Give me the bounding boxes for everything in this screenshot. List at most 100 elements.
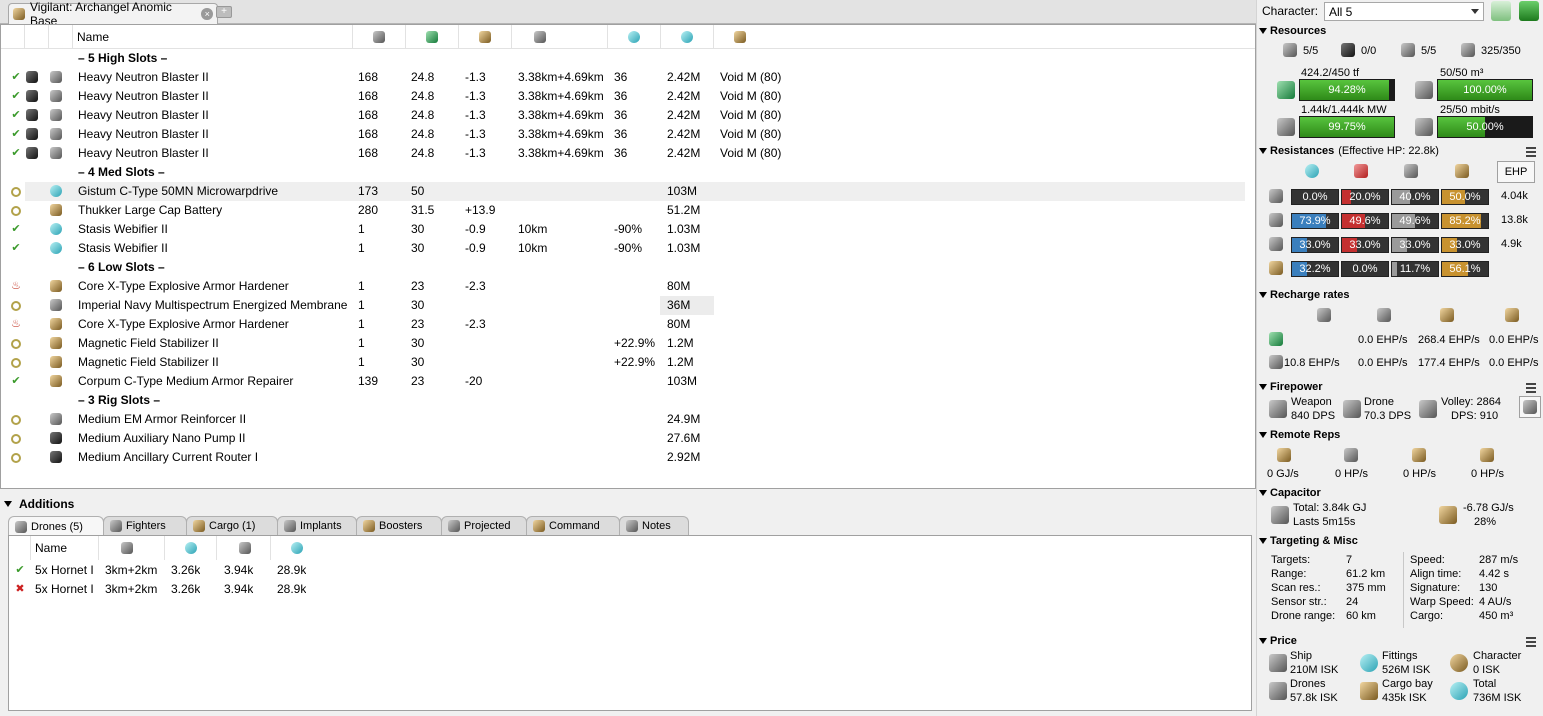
drone-name-column-header[interactable]: Name bbox=[31, 536, 99, 560]
drone-row[interactable]: ✔ 5x Hornet I 3km+2km 3.26k 3.94k 28.9k bbox=[9, 561, 329, 580]
module-row[interactable]: ✔ Heavy Neutron Blaster II 168 24.8 -1.3 3.38… bbox=[1, 68, 1255, 87]
state-active-icon[interactable]: ✔ bbox=[10, 90, 22, 103]
capacitor-icon bbox=[1271, 506, 1289, 524]
power-column-header[interactable] bbox=[406, 25, 459, 49]
module-icon bbox=[50, 413, 62, 425]
state-active-icon[interactable]: ✔ bbox=[10, 375, 22, 388]
state-offline-icon[interactable] bbox=[11, 453, 21, 463]
firepower-header[interactable]: Firepower bbox=[1259, 380, 1323, 394]
state-offline-icon[interactable] bbox=[11, 415, 21, 425]
tab-notes[interactable]: Notes bbox=[619, 516, 689, 535]
module-row[interactable]: Medium EM Armor Reinforcer II 24.9M bbox=[1, 410, 1255, 429]
drone-velocity-column-header[interactable] bbox=[217, 536, 271, 560]
state-active-icon[interactable]: ✔ bbox=[10, 147, 22, 160]
drone-dps: 70.3 DPS bbox=[1364, 410, 1412, 422]
additions-header[interactable]: Additions bbox=[0, 496, 74, 512]
name-column-header[interactable]: Name bbox=[73, 25, 353, 49]
module-row[interactable]: ♨ Core X-Type Explosive Armor Hardener 1 23… bbox=[1, 277, 1255, 296]
drone-inactive-icon[interactable]: ✖ bbox=[14, 583, 26, 596]
module-row[interactable]: ✔ Heavy Neutron Blaster II 168 24.8 -1.3 3.38… bbox=[1, 144, 1255, 163]
module-c6: 2.42M bbox=[667, 89, 701, 103]
module-row[interactable]: ✔ Heavy Neutron Blaster II 168 24.8 -1.3 3.38… bbox=[1, 87, 1255, 106]
state-active-icon[interactable]: ✔ bbox=[10, 109, 22, 122]
tab-boosters[interactable]: Boosters bbox=[356, 516, 442, 535]
module-row[interactable]: Magnetic Field Stabilizer II 1 30 +22.9% 1.2… bbox=[1, 334, 1255, 353]
collapse-triangle-icon bbox=[1259, 638, 1267, 644]
module-c2: 24.8 bbox=[411, 127, 435, 141]
state-active-icon[interactable]: ✔ bbox=[10, 71, 22, 84]
module-row[interactable]: Medium Ancillary Current Router I 2.92M bbox=[1, 448, 1255, 467]
cpu-column-header[interactable] bbox=[353, 25, 406, 49]
price-fittings-value: 526M ISK bbox=[1382, 664, 1431, 676]
tab-cargo[interactable]: Cargo (1) bbox=[186, 516, 278, 535]
rack-med-slots: – 4 Med Slots – bbox=[78, 165, 165, 179]
icon-column-header[interactable] bbox=[49, 25, 73, 49]
misc-column-header[interactable] bbox=[608, 25, 661, 49]
state-active-icon[interactable]: ✔ bbox=[10, 223, 22, 236]
remote-reps-header[interactable]: Remote Reps bbox=[1259, 428, 1340, 442]
drone-speed-column-header[interactable] bbox=[165, 536, 217, 560]
module-row[interactable]: ✔ Heavy Neutron Blaster II 168 24.8 -1.3 3.38… bbox=[1, 125, 1255, 144]
module-row[interactable]: ♨ Core X-Type Explosive Armor Hardener 1 23… bbox=[1, 315, 1255, 334]
state-offline-icon[interactable] bbox=[11, 187, 21, 197]
capacitor-header[interactable]: Capacitor bbox=[1259, 486, 1321, 500]
module-row[interactable]: ✔ Stasis Webifier II 1 30 -0.9 10km -90% 1.03M bbox=[1, 239, 1255, 258]
drone-state-column-header[interactable] bbox=[9, 536, 31, 560]
tab-fighters[interactable]: Fighters bbox=[103, 516, 187, 535]
state-offline-icon[interactable] bbox=[11, 301, 21, 311]
module-c3: -20 bbox=[465, 374, 483, 388]
drone-price-column-header[interactable] bbox=[271, 536, 329, 560]
state-overheat-icon[interactable]: ♨ bbox=[10, 280, 22, 293]
menu-icon[interactable] bbox=[1526, 147, 1536, 157]
ammo-column-header[interactable] bbox=[714, 25, 774, 49]
slot-column-header[interactable] bbox=[25, 25, 49, 49]
module-row[interactable]: ✔ Stasis Webifier II 1 30 -0.9 10km -90% 1.03M bbox=[1, 220, 1255, 239]
targeting-header[interactable]: Targeting & Misc bbox=[1259, 534, 1358, 548]
drone-active-icon[interactable]: ✔ bbox=[14, 564, 26, 577]
ship-icon bbox=[13, 8, 25, 20]
collapse-triangle-icon bbox=[1259, 148, 1267, 154]
firepower-options-button[interactable] bbox=[1519, 396, 1541, 418]
module-row[interactable]: Imperial Navy Multispectrum Energized Me… bbox=[1, 296, 1255, 315]
cap-column-header[interactable] bbox=[459, 25, 512, 49]
drone-range-column-header[interactable] bbox=[99, 536, 165, 560]
price-cargo-label: Cargo bay bbox=[1382, 678, 1433, 690]
module-c4: 10km bbox=[518, 241, 548, 255]
total-dps: DPS: 910 bbox=[1451, 410, 1499, 422]
tab-drones[interactable]: Drones (5) bbox=[8, 516, 104, 536]
ehp-toggle-button[interactable]: EHP bbox=[1497, 161, 1535, 183]
range-column-header[interactable] bbox=[512, 25, 608, 49]
new-tab-button[interactable]: + bbox=[216, 6, 232, 18]
recharge-header[interactable]: Recharge rates bbox=[1259, 288, 1350, 302]
resources-header[interactable]: Resources bbox=[1259, 24, 1326, 38]
state-offline-icon[interactable] bbox=[11, 206, 21, 216]
menu-icon[interactable] bbox=[1526, 383, 1536, 393]
state-offline-icon[interactable] bbox=[11, 339, 21, 349]
module-c3: -2.3 bbox=[465, 317, 486, 331]
active-hull-rate: 177.4 EHP/s bbox=[1418, 357, 1480, 369]
state-active-icon[interactable]: ✔ bbox=[10, 128, 22, 141]
tab-projected[interactable]: Projected bbox=[441, 516, 527, 535]
state-active-icon[interactable]: ✔ bbox=[10, 242, 22, 255]
drone-active-count: 5/5 bbox=[1421, 45, 1437, 57]
state-overheat-icon[interactable]: ♨ bbox=[10, 318, 22, 331]
resistances-header[interactable]: Resistances (Effective HP: 22.8k) bbox=[1259, 144, 1439, 158]
module-row[interactable]: ✔ Corpum C-Type Medium Armor Repairer 139 2… bbox=[1, 372, 1255, 391]
drone-row[interactable]: ✖ 5x Hornet I 3km+2km 3.26k 3.94k 28.9k bbox=[9, 580, 329, 599]
module-row[interactable]: Medium Auxiliary Nano Pump II 27.6M bbox=[1, 429, 1255, 448]
menu-icon[interactable] bbox=[1526, 637, 1536, 647]
tab-command[interactable]: Command bbox=[526, 516, 620, 535]
state-offline-icon[interactable] bbox=[11, 434, 21, 444]
module-row[interactable]: ✔ Heavy Neutron Blaster II 168 24.8 -1.3 3.38… bbox=[1, 106, 1255, 125]
projected-icon bbox=[448, 520, 460, 532]
module-row[interactable]: Gistum C-Type 50MN Microwarpdrive 173 50 10… bbox=[1, 182, 1255, 201]
state-column-header[interactable] bbox=[1, 25, 25, 49]
module-row[interactable]: Magnetic Field Stabilizer II 1 30 +22.9% 1.2… bbox=[1, 353, 1255, 372]
state-offline-icon[interactable] bbox=[11, 358, 21, 368]
module-row[interactable]: Thukker Large Cap Battery 280 31.5 +13.9 51.… bbox=[1, 201, 1255, 220]
tab-implants[interactable]: Implants bbox=[277, 516, 357, 535]
price-header[interactable]: Price bbox=[1259, 634, 1297, 648]
close-icon[interactable]: × bbox=[201, 8, 213, 20]
fit-tab[interactable]: Vigilant: Archangel Anomic Base × bbox=[8, 0, 218, 28]
price-column-header[interactable] bbox=[661, 25, 714, 49]
